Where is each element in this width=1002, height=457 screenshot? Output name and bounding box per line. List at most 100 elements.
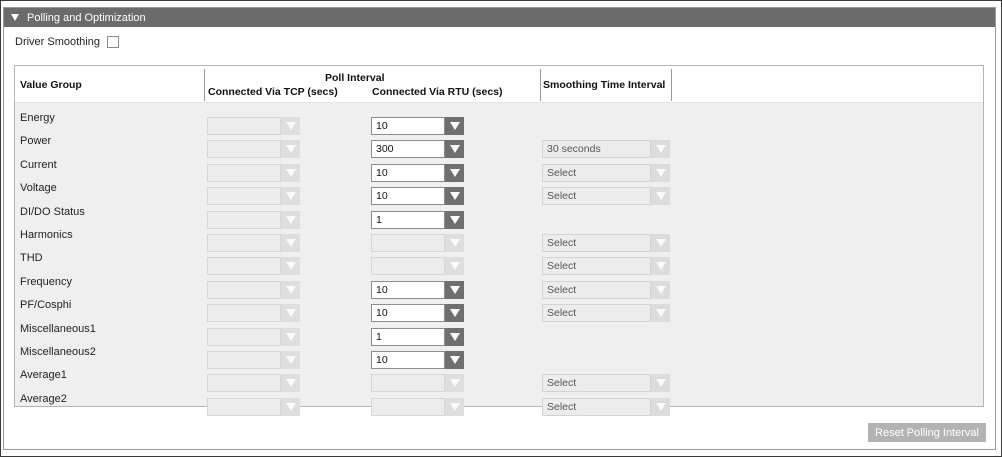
smoothing-dropdown[interactable]: 30 seconds: [542, 140, 670, 158]
chevron-down-icon[interactable]: [445, 281, 464, 299]
section-header[interactable]: Polling and Optimization: [4, 8, 995, 27]
smoothing-dropdown[interactable]: Select: [542, 374, 670, 392]
chevron-down-icon[interactable]: [651, 257, 670, 275]
chevron-down-icon[interactable]: [445, 351, 464, 369]
reset-polling-interval-button[interactable]: Reset Polling Interval: [868, 423, 986, 442]
smoothing-dropdown-value: 30 seconds: [542, 140, 651, 158]
poll-interval-table: Value Group Poll Interval Connected Via …: [14, 65, 984, 416]
header-divider: [540, 69, 541, 101]
tcp-dropdown: [207, 257, 300, 275]
table-header: Value Group Poll Interval Connected Via …: [15, 66, 983, 103]
tcp-dropdown: [207, 140, 300, 158]
driver-smoothing-label: Driver Smoothing: [15, 36, 100, 48]
chevron-down-icon[interactable]: [651, 281, 670, 299]
tcp-dropdown-value: [207, 257, 281, 275]
smoothing-dropdown[interactable]: Select: [542, 281, 670, 299]
smoothing-dropdown-value: Select: [542, 164, 651, 182]
collapse-triangle-icon[interactable]: [11, 14, 19, 21]
rtu-dropdown-value: 10: [371, 187, 445, 205]
rtu-dropdown-value: [371, 374, 445, 392]
rtu-dropdown[interactable]: 10: [371, 117, 464, 135]
tcp-dropdown: [207, 328, 300, 346]
rtu-dropdown-value: 10: [371, 164, 445, 182]
rtu-dropdown: [371, 257, 464, 275]
rtu-dropdown[interactable]: 10: [371, 281, 464, 299]
rtu-dropdown-value: 1: [371, 328, 445, 346]
rtu-dropdown-value: 10: [371, 117, 445, 135]
chevron-down-icon: [281, 374, 300, 392]
smoothing-dropdown-value: Select: [542, 187, 651, 205]
row-label: Harmonics: [20, 229, 73, 241]
rtu-dropdown[interactable]: 1: [371, 211, 464, 229]
chevron-down-icon: [445, 234, 464, 252]
rtu-dropdown[interactable]: 10: [371, 304, 464, 322]
tcp-dropdown: [207, 398, 300, 416]
driver-smoothing-row: Driver Smoothing: [15, 36, 119, 48]
chevron-down-icon[interactable]: [445, 187, 464, 205]
rtu-dropdown[interactable]: 1: [371, 328, 464, 346]
tcp-dropdown-value: [207, 234, 281, 252]
chevron-down-icon: [445, 398, 464, 416]
tcp-dropdown-value: [207, 304, 281, 322]
section-title: Polling and Optimization: [27, 11, 146, 24]
chevron-down-icon: [281, 234, 300, 252]
rtu-dropdown-value: [371, 234, 445, 252]
smoothing-dropdown[interactable]: Select: [542, 257, 670, 275]
row-label: Energy: [20, 112, 55, 124]
rtu-dropdown[interactable]: 10: [371, 351, 464, 369]
smoothing-dropdown-value: Select: [542, 234, 651, 252]
rtu-dropdown[interactable]: 10: [371, 164, 464, 182]
chevron-down-icon[interactable]: [651, 398, 670, 416]
smoothing-dropdown[interactable]: Select: [542, 234, 670, 252]
chevron-down-icon[interactable]: [651, 164, 670, 182]
tcp-dropdown-value: [207, 351, 281, 369]
rtu-dropdown-value: [371, 257, 445, 275]
chevron-down-icon[interactable]: [445, 140, 464, 158]
driver-smoothing-checkbox[interactable]: [106, 36, 119, 48]
smoothing-dropdown[interactable]: Select: [542, 164, 670, 182]
tcp-dropdown-value: [207, 281, 281, 299]
chevron-down-icon[interactable]: [651, 140, 670, 158]
tcp-dropdown: [207, 211, 300, 229]
header-rtu: Connected Via RTU (secs): [372, 86, 503, 98]
row-label: Voltage: [20, 182, 57, 194]
tcp-dropdown-value: [207, 117, 281, 135]
smoothing-dropdown[interactable]: Select: [542, 398, 670, 416]
chevron-down-icon: [281, 328, 300, 346]
tcp-dropdown-value: [207, 187, 281, 205]
smoothing-dropdown[interactable]: Select: [542, 187, 670, 205]
chevron-down-icon: [281, 211, 300, 229]
chevron-down-icon: [281, 281, 300, 299]
tcp-dropdown: [207, 351, 300, 369]
smoothing-dropdown-value: Select: [542, 281, 651, 299]
smoothing-dropdown-value: Select: [542, 257, 651, 275]
row-label: Average2: [20, 393, 67, 405]
tcp-dropdown-value: [207, 374, 281, 392]
chevron-down-icon[interactable]: [651, 304, 670, 322]
chevron-down-icon[interactable]: [445, 304, 464, 322]
header-divider: [204, 69, 205, 101]
header-poll-interval: Poll Interval: [325, 72, 385, 84]
rtu-dropdown[interactable]: 10: [371, 187, 464, 205]
rtu-dropdown[interactable]: 300: [371, 140, 464, 158]
header-tcp: Connected Via TCP (secs): [208, 86, 338, 98]
chevron-down-icon[interactable]: [445, 117, 464, 135]
chevron-down-icon[interactable]: [651, 234, 670, 252]
tcp-dropdown: [207, 234, 300, 252]
chevron-down-icon[interactable]: [651, 374, 670, 392]
smoothing-dropdown-value: Select: [542, 398, 651, 416]
chevron-down-icon[interactable]: [445, 164, 464, 182]
tcp-dropdown-value: [207, 164, 281, 182]
chevron-down-icon[interactable]: [651, 187, 670, 205]
rtu-dropdown-value: 10: [371, 281, 445, 299]
row-label: Frequency: [20, 276, 72, 288]
row-label: Miscellaneous1: [20, 323, 96, 335]
rtu-dropdown-value: 1: [371, 211, 445, 229]
chevron-down-icon: [281, 117, 300, 135]
row-label: Power: [20, 135, 52, 147]
row-label: Current: [20, 159, 57, 171]
chevron-down-icon: [281, 304, 300, 322]
smoothing-dropdown[interactable]: Select: [542, 304, 670, 322]
chevron-down-icon[interactable]: [445, 328, 464, 346]
chevron-down-icon[interactable]: [445, 211, 464, 229]
